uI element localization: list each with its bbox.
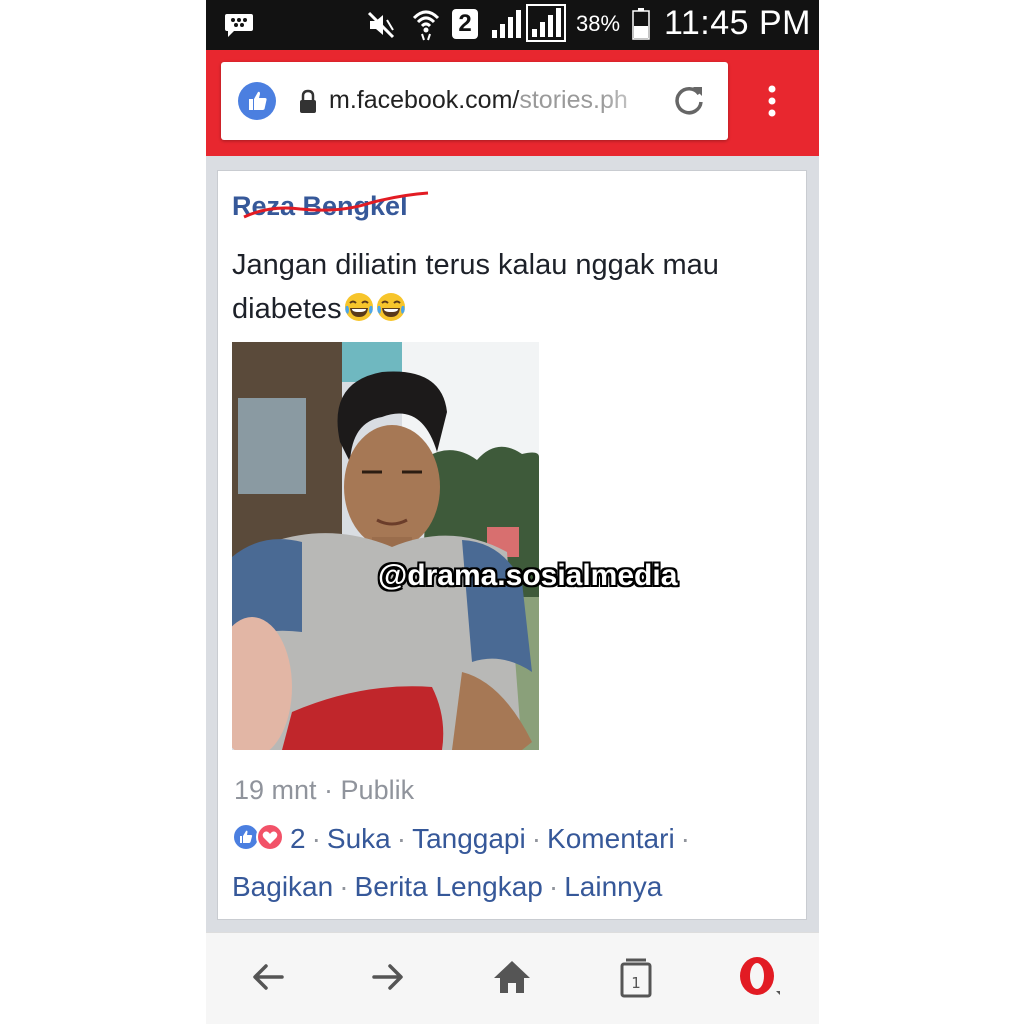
post-photo[interactable] xyxy=(232,342,539,750)
more-link[interactable]: Lainnya xyxy=(564,871,662,902)
laughing-emoji-icon xyxy=(344,293,373,321)
separator: · xyxy=(531,823,542,854)
address-bar[interactable]: m.facebook.com/stories.ph xyxy=(221,62,728,140)
full-story-link[interactable]: Berita Lengkap xyxy=(355,871,543,902)
signal-icon-2 xyxy=(526,4,566,42)
post-meta: 19 mnt · Publik xyxy=(234,775,415,805)
post-time[interactable]: 19 mnt xyxy=(234,775,317,805)
selfie-photo xyxy=(232,342,539,750)
separator: · xyxy=(680,823,690,854)
post-visibility: Publik xyxy=(340,775,415,805)
redaction-scribble xyxy=(243,191,429,219)
separator: · xyxy=(548,871,559,902)
post-text: Jangan diliatin terus kalau nggak mau di… xyxy=(232,243,782,331)
react-link[interactable]: Tanggapi xyxy=(412,823,526,854)
battery-percent: 38% xyxy=(576,11,621,36)
clock: 11:45 PM xyxy=(664,4,812,42)
reload-icon[interactable] xyxy=(671,82,707,118)
forward-arrow-icon[interactable] xyxy=(366,955,410,999)
sim-slot-badge: 2 xyxy=(452,9,478,39)
browser-toolbar: m.facebook.com/stories.ph xyxy=(206,50,819,156)
reaction-count[interactable]: 2 xyxy=(290,823,306,854)
status-bar: 2 38% 11:45 PM xyxy=(206,0,819,50)
post-actions: 2 · Suka · Tanggapi · Komentari · Bagikan · Berita… xyxy=(232,815,792,911)
lock-icon xyxy=(300,89,316,113)
tab-count: 1 xyxy=(631,974,641,992)
tabs-icon: 1 xyxy=(620,958,652,998)
home-icon[interactable] xyxy=(490,955,534,999)
site-like-icon[interactable] xyxy=(238,82,276,120)
separator: · xyxy=(311,823,321,854)
separator: · xyxy=(339,871,349,902)
url-fade xyxy=(601,80,671,124)
bbm-icon xyxy=(225,14,253,37)
battery-icon xyxy=(632,8,650,40)
overflow-menu-icon[interactable] xyxy=(762,84,782,124)
wifi-icon xyxy=(412,10,440,41)
browser-navbar: 1 xyxy=(206,932,819,1024)
laughing-emoji-icon xyxy=(376,293,405,321)
share-link[interactable]: Bagikan xyxy=(232,871,333,902)
reaction-icons[interactable] xyxy=(232,819,290,851)
watermark: @drama.sosialmedia xyxy=(378,559,678,592)
back-arrow-icon[interactable] xyxy=(246,955,290,999)
post-text-content: Jangan diliatin terus kalau nggak mau di… xyxy=(232,249,719,325)
url-domain: m.facebook.com/ xyxy=(329,86,520,114)
opera-menu-icon[interactable] xyxy=(736,955,780,999)
like-link[interactable]: Suka xyxy=(327,823,391,854)
phone-screen: 2 38% 11:45 PM m.facebook.com/stories.ph… xyxy=(206,0,819,1024)
mute-icon xyxy=(367,11,395,39)
page-content: Reza Bengkel Jangan diliatin terus kalau… xyxy=(206,156,819,932)
tabs-button[interactable]: 1 xyxy=(614,955,658,999)
facebook-post: Reza Bengkel Jangan diliatin terus kalau… xyxy=(217,170,807,920)
like-love-reaction-icon xyxy=(232,823,284,851)
separator: · xyxy=(396,823,407,854)
comment-link[interactable]: Komentari xyxy=(547,823,675,854)
signal-icon xyxy=(492,10,521,38)
